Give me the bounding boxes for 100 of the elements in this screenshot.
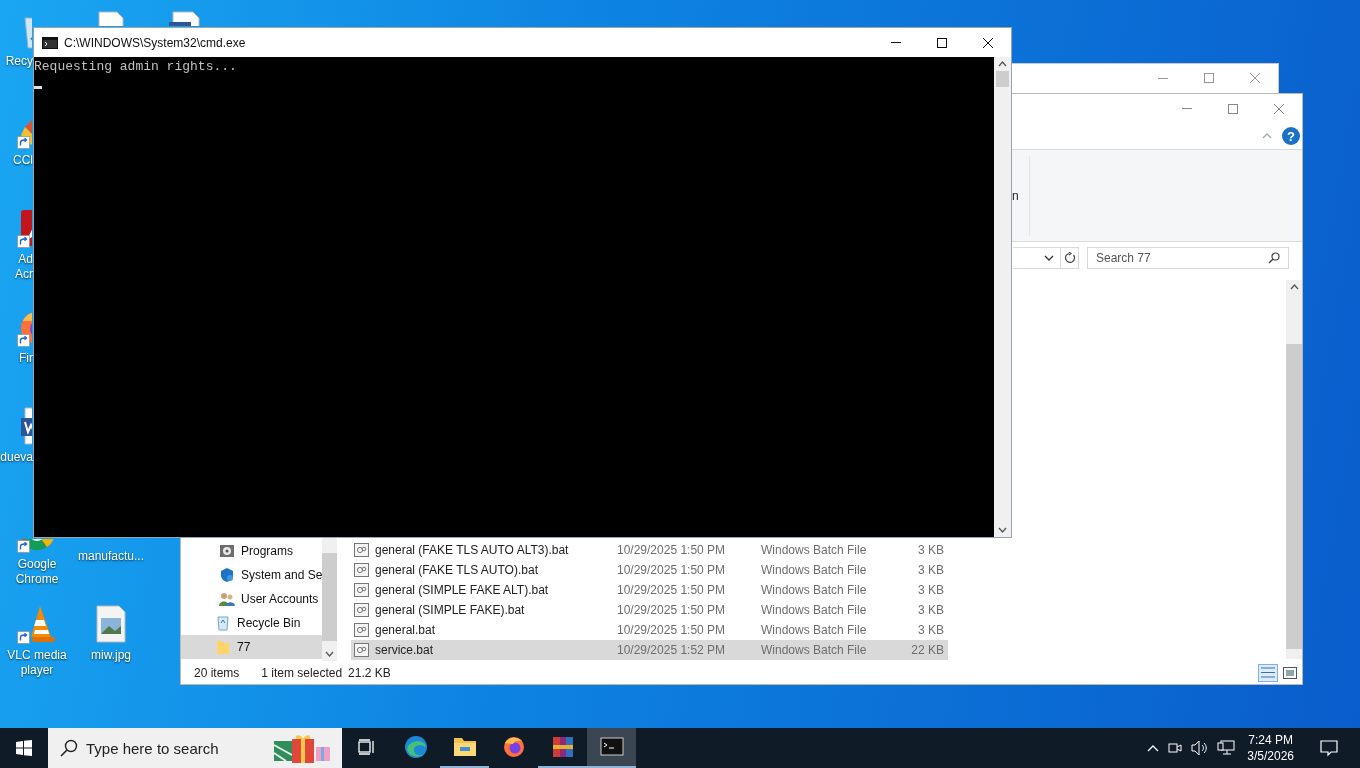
shield-icon: [219, 567, 235, 583]
close-icon: [983, 37, 993, 48]
help-button[interactable]: ?: [1282, 127, 1300, 145]
file-date: 10/29/2025 1:50 PM: [617, 623, 727, 637]
scrollbar-thumb[interactable]: [322, 553, 338, 641]
file-row[interactable]: general.bat 10/29/2025 1:50 PM Windows Batch File 3 KB: [351, 620, 948, 640]
chevron-down-icon[interactable]: [1044, 255, 1054, 261]
clock[interactable]: 7:24 PM 3/5/2026: [1247, 732, 1294, 764]
file-size: 3 KB: [917, 623, 945, 637]
nav-item[interactable]: System and Se: [181, 563, 323, 587]
taskbar-search-field[interactable]: Type here to search: [86, 739, 264, 757]
folder-icon: [451, 735, 478, 759]
item-count: 20 items: [194, 665, 240, 680]
file-type: Windows Batch File: [761, 543, 868, 557]
shortcut-arrow-icon: [17, 235, 30, 248]
camera-icon[interactable]: [1167, 740, 1184, 756]
file-date: 10/29/2025 1:50 PM: [617, 583, 727, 597]
minimize-icon: [891, 42, 901, 43]
recycle-bin-icon: [215, 615, 231, 631]
file-name: general (SIMPLE FAKE ALT).bat: [375, 583, 549, 597]
file-name: general (FAKE TLS AUTO ALT3).bat: [375, 543, 569, 557]
scroll-down-icon[interactable]: [998, 527, 1007, 533]
text-cursor: [34, 86, 42, 89]
refresh-button[interactable]: [1061, 247, 1079, 269]
file-size: 22 KB: [911, 643, 945, 657]
speaker-icon[interactable]: [1191, 740, 1210, 756]
windows-logo-icon: [16, 740, 32, 756]
network-icon[interactable]: [1217, 740, 1236, 756]
file-name: general (SIMPLE FAKE).bat: [375, 603, 525, 617]
traffic-cone-icon[interactable]: [17, 604, 57, 644]
minimize-icon: [1182, 108, 1192, 109]
file-size: 3 KB: [917, 603, 945, 617]
terminal-icon: [42, 36, 58, 49]
list-icon: [1261, 667, 1275, 678]
details-view-button[interactable]: [1258, 663, 1278, 682]
file-date: 10/29/2025 1:50 PM: [617, 543, 727, 557]
scroll-down-icon[interactable]: [325, 651, 335, 657]
terminal-icon: [598, 735, 625, 759]
file-row[interactable]: general (SIMPLE FAKE ALT).bat 10/29/2025 1:50 PM Windows Batch File 3 KB: [351, 580, 948, 600]
nav-item[interactable]: Recycle Bin: [181, 611, 323, 635]
refresh-icon: [1063, 252, 1076, 264]
file-row[interactable]: service.bat 10/29/2025 1:52 PM Windows Batch File 22 KB: [351, 640, 948, 660]
batch-file-icon: [354, 643, 369, 657]
nav-item[interactable]: 77: [181, 635, 323, 659]
folder-icon: [215, 639, 231, 655]
shortcut-arrow-icon: [17, 540, 30, 553]
notifications-icon[interactable]: [1320, 739, 1338, 757]
file-type: Windows Batch File: [761, 623, 868, 637]
selection-size: 21.2 KB: [348, 665, 391, 680]
edge-icon: [402, 735, 429, 759]
file-name: service.bat: [375, 643, 434, 657]
nav-item[interactable]: User Accounts: [181, 587, 323, 611]
scroll-up-icon[interactable]: [998, 61, 1007, 67]
taskbar-search-box[interactable]: Type here to search: [48, 728, 342, 768]
shortcut-arrow-icon: [17, 136, 30, 149]
file-row[interactable]: general (FAKE TLS AUTO).bat 10/29/2025 1:50 PM Windows Batch File 3 KB: [351, 560, 948, 580]
task-view-icon: [357, 739, 376, 755]
chevron-up-icon[interactable]: [1147, 744, 1160, 752]
search-box[interactable]: Search 77: [1087, 247, 1289, 269]
maximize-icon: [1204, 73, 1214, 83]
file-type: Windows Batch File: [761, 563, 868, 577]
scroll-up-icon[interactable]: [1289, 284, 1299, 290]
file-name: general (FAKE TLS AUTO).bat: [375, 563, 538, 577]
file-date: 10/29/2025 1:52 PM: [617, 643, 727, 657]
file-type: Windows Batch File: [761, 643, 868, 657]
thumbnail-icon: [1283, 666, 1297, 679]
file-type: Windows Batch File: [761, 583, 868, 597]
taskbar-app-button[interactable]: [587, 728, 636, 768]
maximize-icon: [937, 37, 947, 48]
file-date: 10/29/2025 1:50 PM: [617, 563, 727, 577]
scrollbar-thumb[interactable]: [996, 71, 1009, 87]
window-title: C:\WINDOWS\System32\cmd.exe: [64, 35, 246, 50]
file-size: 3 KB: [917, 563, 945, 577]
close-icon: [1250, 73, 1260, 83]
search-icon: [60, 739, 78, 757]
selection-count: 1 item selected: [261, 665, 343, 680]
shortcut-arrow-icon: [17, 334, 30, 347]
file-type: Windows Batch File: [761, 603, 868, 617]
batch-file-icon: [354, 603, 369, 617]
console-output: Requesting admin rights...: [34, 59, 238, 75]
batch-file-icon: [354, 583, 369, 597]
file-size: 3 KB: [917, 543, 945, 557]
nav-item[interactable]: Programs: [181, 539, 323, 563]
search-icon[interactable]: [1268, 252, 1280, 264]
batch-file-icon: [354, 563, 369, 577]
close-icon: [1274, 103, 1284, 114]
shortcut-arrow-icon: [17, 631, 30, 644]
ribbon-label[interactable]: n: [1012, 188, 1019, 203]
batch-file-icon: [354, 543, 369, 557]
file-date: 10/29/2025 1:50 PM: [617, 603, 727, 617]
file-size: 3 KB: [917, 583, 945, 597]
users-icon: [219, 591, 235, 607]
batch-file-icon: [354, 623, 369, 637]
file-row[interactable]: general (SIMPLE FAKE).bat 10/29/2025 1:50 PM Windows Batch File 3 KB: [351, 600, 948, 620]
scrollbar-thumb[interactable]: [1286, 344, 1302, 649]
search-field[interactable]: Search 77: [1096, 251, 1268, 265]
maximize-icon: [1228, 103, 1238, 114]
file-row[interactable]: general (FAKE TLS AUTO ALT3).bat 10/29/2025 1:50 PM Windows Batch File 3 KB: [351, 540, 948, 560]
file-name: general.bat: [375, 623, 436, 637]
minimize-icon: [1158, 77, 1168, 79]
